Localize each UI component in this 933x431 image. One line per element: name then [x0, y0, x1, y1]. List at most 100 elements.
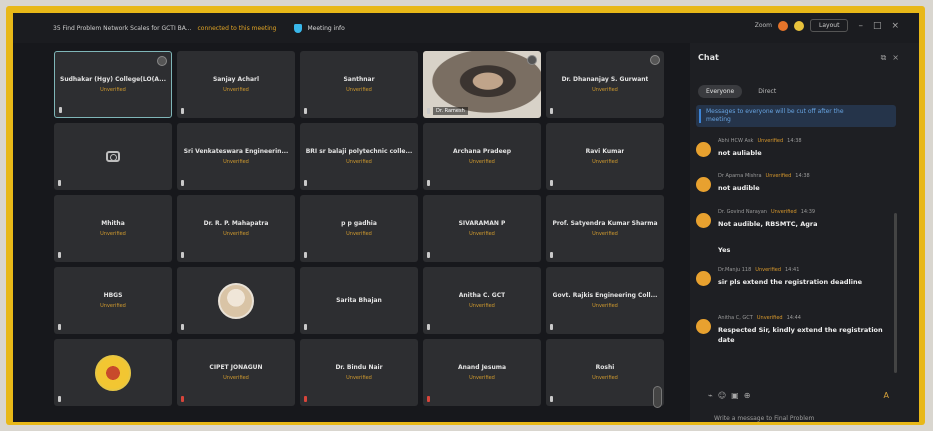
participant-tile[interactable]: Mhitha Unverified: [54, 195, 172, 262]
chat-notice: Messages to everyone will be cut off aft…: [696, 105, 896, 127]
participant-tile[interactable]: Santhnar Unverified: [300, 51, 418, 118]
gif-icon[interactable]: ▣: [731, 391, 744, 400]
message-text: not audible: [718, 184, 760, 192]
chat-scrollbar[interactable]: [894, 213, 897, 373]
participant-name: Ravi Kumar: [585, 148, 625, 155]
attach-icon[interactable]: ⌁: [708, 391, 718, 400]
participant-tile[interactable]: [177, 267, 295, 334]
participant-status: Unverified: [346, 87, 372, 93]
sender-name: Dr. Govind Narayan: [718, 209, 767, 215]
mic-icon: [304, 108, 307, 114]
mic-icon: [58, 180, 61, 186]
participant-name: CIPET JONAGUN: [209, 364, 263, 371]
mic-icon: [550, 180, 553, 186]
shield-icon: [294, 23, 303, 33]
sender-role: Unverified: [765, 173, 792, 179]
participant-status: Unverified: [469, 159, 495, 165]
participant-tile[interactable]: Anitha C. GCT Unverified: [423, 267, 541, 334]
participant-tile[interactable]: HBGS Unverified: [54, 267, 172, 334]
mic-icon: [181, 108, 184, 114]
avatar-icon[interactable]: [794, 20, 805, 31]
mic-icon: [427, 252, 430, 258]
participant-name: Dr. Ramesh: [433, 107, 468, 115]
participant-name: Dr. Dhananjay S. Gurwant: [561, 76, 649, 83]
participant-tile[interactable]: Ravi Kumar Unverified: [546, 123, 664, 190]
participant-tile[interactable]: Dr. Bindu Nair Unverified: [300, 339, 418, 406]
participant-video-tile[interactable]: Dr. Ramesh: [423, 51, 541, 118]
participant-tile[interactable]: Dr. Dhananjay S. Gurwant Unverified: [546, 51, 664, 118]
participant-status: Unverified: [223, 231, 249, 237]
participant-name: Archana Pradeep: [452, 148, 512, 155]
composer-toolbar: ⌁☺▣⊕: [708, 391, 755, 400]
status-icon: [778, 20, 789, 31]
participant-tile[interactable]: Sarita Bhajan: [300, 267, 418, 334]
sticker-icon[interactable]: ⊕: [744, 391, 756, 400]
mic-icon: [59, 107, 62, 113]
more-options-icon[interactable]: [527, 55, 537, 65]
participant-name: Dr. R. P. Mahapatra: [203, 220, 269, 227]
participant-tile[interactable]: Govt. Rajkis Engineering Coll... Unverifi…: [546, 267, 664, 334]
more-options-icon[interactable]: [157, 56, 167, 66]
participant-status: Unverified: [223, 159, 249, 165]
message-text: Not audible, RBSMTC, Agra: [718, 220, 818, 228]
message-time: 14:38: [795, 173, 810, 179]
mic-icon: [427, 180, 430, 186]
camera-off-icon: [106, 151, 120, 162]
close-icon[interactable]: ×: [892, 53, 905, 62]
participant-tile[interactable]: Archana Pradeep Unverified: [423, 123, 541, 190]
mic-icon: [427, 324, 430, 330]
sender-role: Unverified: [757, 138, 784, 144]
message-meta: Abhi HCW Ask Unverified 14:38: [718, 138, 802, 144]
layout-button[interactable]: Layout: [810, 19, 849, 32]
participant-tile[interactable]: Roshi Unverified: [546, 339, 664, 406]
minimize-icon[interactable]: –: [858, 21, 863, 31]
more-options-icon[interactable]: [650, 55, 660, 65]
participant-status: Unverified: [346, 231, 372, 237]
message-time: 14:41: [785, 267, 800, 273]
screen: 35 Find Problem Network Scales for GCTI …: [13, 13, 919, 422]
close-icon[interactable]: ×: [891, 21, 899, 31]
participant-status: Unverified: [100, 231, 126, 237]
participant-name: Roshi: [595, 364, 615, 371]
message-meta: Dr.Manju 118 Unverified 14:41: [718, 267, 799, 273]
sender-role: Unverified: [756, 315, 783, 321]
participant-status: Unverified: [592, 303, 618, 309]
participant-status: Unverified: [469, 375, 495, 381]
chat-tabs: Everyone Direct: [698, 85, 784, 98]
sender-name: Dr.Manju 118: [718, 267, 752, 273]
participant-tile[interactable]: Prof. Satyendra Kumar Sharma Unverified: [546, 195, 664, 262]
participant-tile[interactable]: CIPET JONAGUN Unverified: [177, 339, 295, 406]
meeting-info-button[interactable]: Meeting info: [294, 23, 345, 33]
maximize-icon[interactable]: □: [873, 21, 882, 31]
participant-name: HBGS: [103, 292, 123, 299]
participant-tile[interactable]: Sanjay Acharl Unverified: [177, 51, 295, 118]
mic-icon: [181, 180, 184, 186]
participant-status: Unverified: [592, 231, 618, 237]
participant-tile[interactable]: Anand Jesuma Unverified: [423, 339, 541, 406]
message-meta: Dr. Govind Narayan Unverified 14:39: [718, 209, 815, 215]
participant-tile[interactable]: Sudhakar (Hgy) College(LO(A... Unverified: [54, 51, 172, 118]
tab-everyone[interactable]: Everyone: [698, 85, 743, 98]
grid-scroll-handle[interactable]: [653, 386, 662, 408]
participant-status: Unverified: [100, 87, 126, 93]
emoji-icon[interactable]: ☺: [718, 391, 731, 400]
format-text-icon[interactable]: A: [884, 391, 889, 400]
participant-tile[interactable]: SIVARAMAN P Unverified: [423, 195, 541, 262]
avatar: [696, 142, 711, 157]
participant-name: Anand Jesuma: [457, 364, 507, 371]
participant-tile[interactable]: Dr. R. P. Mahapatra Unverified: [177, 195, 295, 262]
participant-status: Unverified: [223, 87, 249, 93]
participant-tile[interactable]: [54, 339, 172, 406]
participant-tile[interactable]: p p gadhia Unverified: [300, 195, 418, 262]
participant-name: Sri Venkateswara Engineerin...: [183, 148, 289, 155]
participant-status: Unverified: [469, 303, 495, 309]
participant-status: Unverified: [592, 87, 618, 93]
participant-tile[interactable]: Sri Venkateswara Engineerin... Unverified: [177, 123, 295, 190]
chat-message-input[interactable]: Write a message to Final Problem: [714, 415, 814, 422]
mic-icon: [181, 252, 184, 258]
participant-tile[interactable]: BRI sr balaji polytechnic colle... Unveri…: [300, 123, 418, 190]
popout-icon[interactable]: ⧉: [881, 53, 893, 62]
tab-direct[interactable]: Direct: [750, 85, 784, 98]
participant-tile[interactable]: [54, 123, 172, 190]
meeting-title: 35 Find Problem Network Scales for GCTI …: [53, 25, 276, 32]
